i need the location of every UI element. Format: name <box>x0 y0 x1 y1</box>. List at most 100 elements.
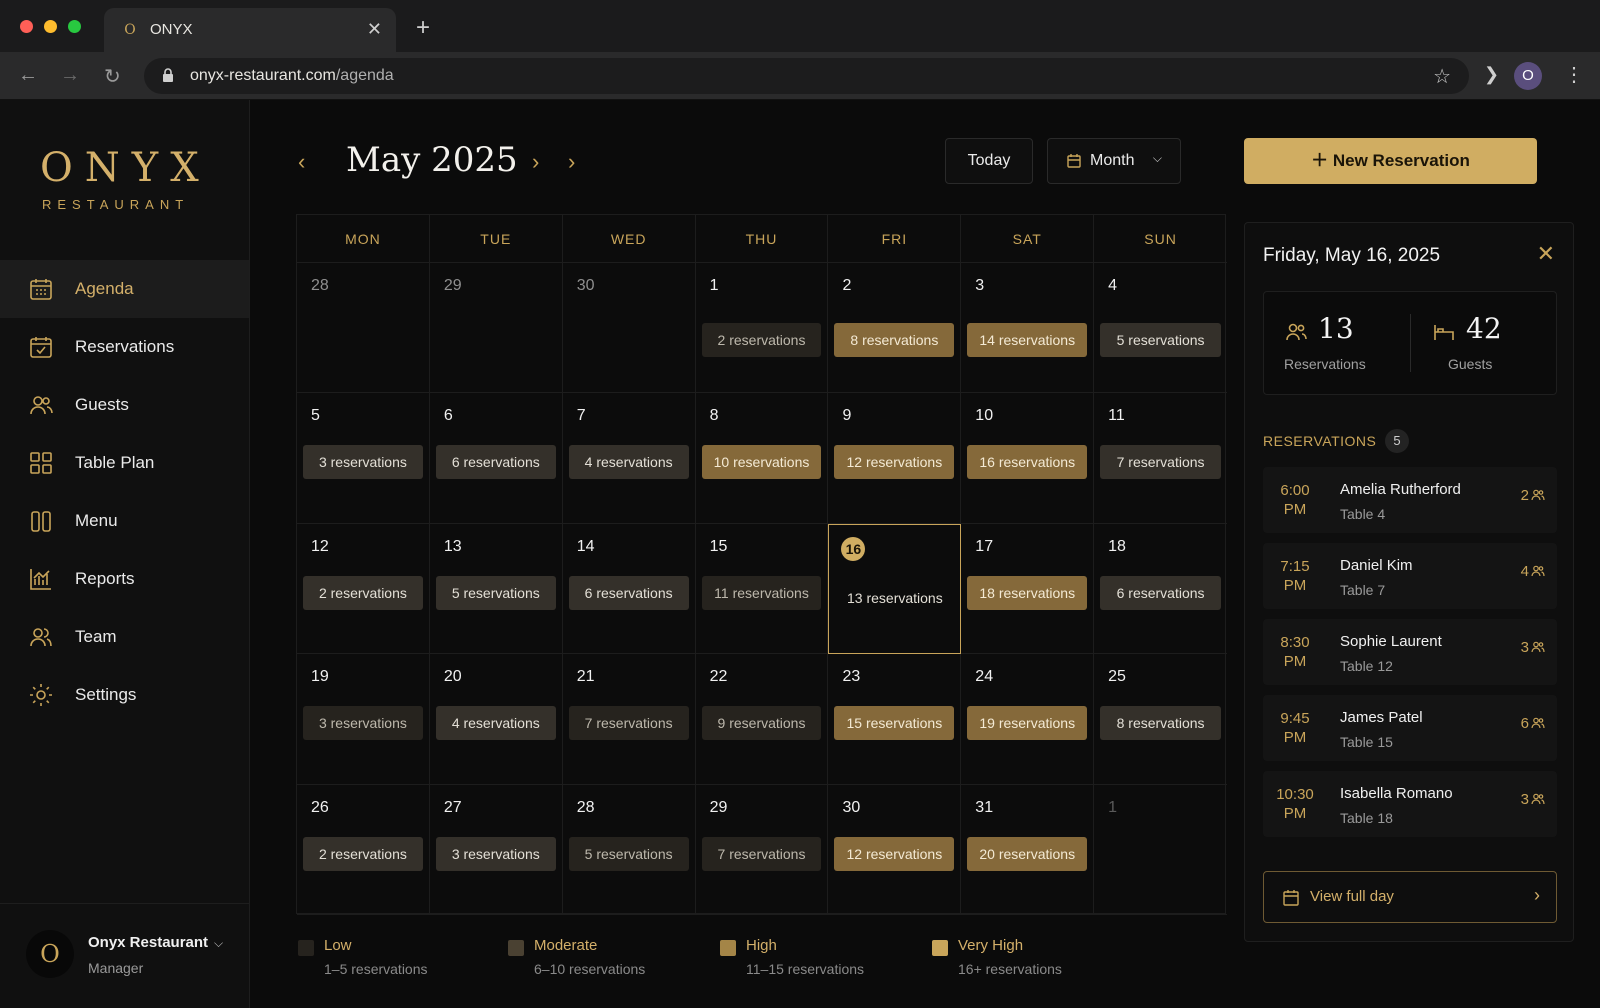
back-icon[interactable]: ← <box>18 64 38 87</box>
reservation-count-badge[interactable]: 7 reservations <box>701 836 822 871</box>
reservation-count-badge[interactable]: 2 reservations <box>701 323 822 357</box>
calendar-day-cell[interactable]: 10 16 reservations <box>961 393 1095 524</box>
reservation-item[interactable]: 6:00 PM Amelia Rutherford Table 4 2 <box>1263 467 1557 533</box>
sidebar-item-table-plan[interactable]: Table Plan <box>0 434 249 492</box>
next-month-icon[interactable]: › <box>532 149 539 175</box>
reservation-item[interactable]: 7:15 PM Daniel Kim Table 7 4 <box>1263 543 1557 609</box>
calendar-day-cell[interactable]: 7 4 reservations <box>562 393 696 524</box>
calendar-day-cell[interactable]: 5 3 reservations <box>297 393 430 524</box>
minimize-window-button[interactable] <box>44 20 57 33</box>
reservation-count-badge[interactable]: 10 reservations <box>701 445 822 480</box>
reservation-count-badge[interactable]: 18 reservations <box>967 575 1088 610</box>
new-reservation-button[interactable]: ＋ New Reservation <box>1244 138 1537 184</box>
view-full-day-button[interactable]: View full day › <box>1263 871 1557 923</box>
next-year-icon[interactable]: › <box>568 149 575 175</box>
reservation-count-badge[interactable]: 13 reservations <box>835 581 954 615</box>
reservation-count-badge[interactable]: 3 reservations <box>303 445 423 480</box>
close-tab-icon[interactable]: ✕ <box>367 19 382 40</box>
calendar-day-cell[interactable]: 29 <box>429 263 563 394</box>
bookmark-star-icon[interactable]: ☆ <box>1433 64 1451 89</box>
calendar-day-cell[interactable]: 9 12 reservations <box>828 393 962 524</box>
calendar-day-cell[interactable]: 30 12 reservations <box>828 784 962 915</box>
reservation-count-badge[interactable]: 6 reservations <box>568 575 689 610</box>
reservation-count-badge[interactable]: 14 reservations <box>967 323 1088 357</box>
calendar-day-cell[interactable]: 21 7 reservations <box>562 654 696 785</box>
calendar-day-cell[interactable]: 8 10 reservations <box>695 393 829 524</box>
calendar-day-cell[interactable]: 16 13 reservations <box>828 523 962 655</box>
sidebar-item-reservations[interactable]: Reservations <box>0 318 249 376</box>
reservation-count-badge[interactable]: 3 reservations <box>303 706 423 741</box>
close-icon[interactable]: ✕ <box>1537 241 1555 267</box>
sidebar-item-settings[interactable]: Settings <box>0 666 249 724</box>
maximize-window-button[interactable] <box>68 20 81 33</box>
reservation-count-badge[interactable]: 5 reservations <box>435 575 556 610</box>
calendar-day-cell[interactable]: 22 9 reservations <box>695 654 829 785</box>
calendar-day-cell[interactable]: 1 <box>1094 785 1228 915</box>
reservation-count-badge[interactable]: 11 reservations <box>701 575 822 610</box>
reservation-count-badge[interactable]: 20 reservations <box>967 836 1088 871</box>
new-tab-icon[interactable]: + <box>416 14 430 42</box>
calendar-day-cell[interactable]: 6 6 reservations <box>429 393 563 524</box>
calendar-day-cell[interactable]: 14 6 reservations <box>562 523 696 655</box>
reservation-count-badge[interactable]: 19 reservations <box>967 706 1088 741</box>
reservation-item[interactable]: 8:30 PM Sophie Laurent Table 12 3 <box>1263 619 1557 685</box>
calendar-day-cell[interactable]: 15 11 reservations <box>695 523 829 655</box>
calendar-day-cell[interactable]: 19 3 reservations <box>297 654 430 785</box>
close-window-button[interactable] <box>20 20 33 33</box>
calendar-day-cell[interactable]: 13 5 reservations <box>429 523 563 655</box>
sidebar-item-reports[interactable]: Reports <box>0 550 249 608</box>
reservation-count-badge[interactable]: 8 reservations <box>1100 706 1222 741</box>
sidebar-item-guests[interactable]: Guests <box>0 376 249 434</box>
reservation-count-badge[interactable]: 12 reservations <box>834 445 955 480</box>
today-button[interactable]: Today <box>945 138 1033 184</box>
reservation-count-badge[interactable]: 2 reservations <box>303 575 423 610</box>
profile-avatar[interactable]: O <box>1514 62 1542 90</box>
calendar-day-cell[interactable]: 30 <box>562 263 696 394</box>
reservation-count-badge[interactable]: 4 reservations <box>568 445 689 480</box>
extension-icon[interactable]: ❯ <box>1484 64 1499 85</box>
calendar-day-cell[interactable]: 4 5 reservations <box>1094 263 1228 394</box>
sidebar-item-agenda[interactable]: Agenda <box>0 260 249 318</box>
reservation-count-badge[interactable]: 6 reservations <box>1100 575 1222 610</box>
calendar-day-cell[interactable]: 18 6 reservations <box>1094 524 1228 655</box>
reservation-count-badge[interactable]: 7 reservations <box>568 706 689 741</box>
calendar-day-cell[interactable]: 12 2 reservations <box>297 523 430 655</box>
calendar-day-cell[interactable]: 1 2 reservations <box>695 263 829 394</box>
calendar-day-cell[interactable]: 23 15 reservations <box>828 654 962 785</box>
reservation-count-badge[interactable]: 5 reservations <box>568 836 689 871</box>
calendar-day-cell[interactable]: 28 <box>297 263 430 394</box>
calendar-day-cell[interactable]: 2 8 reservations <box>828 263 962 394</box>
reservation-count-badge[interactable]: 6 reservations <box>435 445 556 480</box>
view-select[interactable]: Month ⌵ <box>1047 138 1181 184</box>
calendar-day-cell[interactable]: 25 8 reservations <box>1094 654 1228 785</box>
reservation-count-badge[interactable]: 3 reservations <box>435 836 556 871</box>
calendar-day-cell[interactable]: 17 18 reservations <box>961 523 1095 655</box>
reservation-count-badge[interactable]: 4 reservations <box>435 706 556 741</box>
forward-icon[interactable]: → <box>60 64 80 87</box>
reservation-item[interactable]: 10:30 PM Isabella Romano Table 18 3 <box>1263 771 1557 837</box>
reservation-item[interactable]: 9:45 PM James Patel Table 15 6 <box>1263 695 1557 761</box>
previous-month-icon[interactable]: ‹ <box>298 149 305 175</box>
calendar-day-cell[interactable]: 31 20 reservations <box>961 784 1095 915</box>
brand-logo[interactable]: ONYX RESTAURANT <box>40 145 211 212</box>
calendar-day-cell[interactable]: 3 14 reservations <box>961 263 1095 394</box>
reload-icon[interactable]: ↻ <box>104 64 121 89</box>
calendar-day-cell[interactable]: 29 7 reservations <box>695 784 829 915</box>
reservation-count-badge[interactable]: 8 reservations <box>834 323 955 357</box>
address-bar[interactable]: onyx-restaurant.com/agenda ☆ <box>144 58 1469 94</box>
calendar-day-cell[interactable]: 24 19 reservations <box>961 654 1095 785</box>
calendar-day-cell[interactable]: 11 7 reservations <box>1094 393 1228 524</box>
reservation-count-badge[interactable]: 7 reservations <box>1100 445 1222 480</box>
calendar-day-cell[interactable]: 26 2 reservations <box>297 784 430 915</box>
browser-menu-icon[interactable]: ⋮ <box>1564 62 1584 87</box>
sidebar-item-menu[interactable]: Menu <box>0 492 249 550</box>
reservation-count-badge[interactable]: 5 reservations <box>1100 323 1222 357</box>
reservation-count-badge[interactable]: 9 reservations <box>701 706 822 741</box>
reservation-count-badge[interactable]: 15 reservations <box>834 706 955 741</box>
browser-tab[interactable]: O ONYX ✕ <box>104 8 396 52</box>
calendar-day-cell[interactable]: 20 4 reservations <box>429 654 563 785</box>
calendar-day-cell[interactable]: 27 3 reservations <box>429 784 563 915</box>
reservation-count-badge[interactable]: 16 reservations <box>967 445 1088 480</box>
reservation-count-badge[interactable]: 2 reservations <box>303 836 423 871</box>
sidebar-item-team[interactable]: Team <box>0 608 249 666</box>
